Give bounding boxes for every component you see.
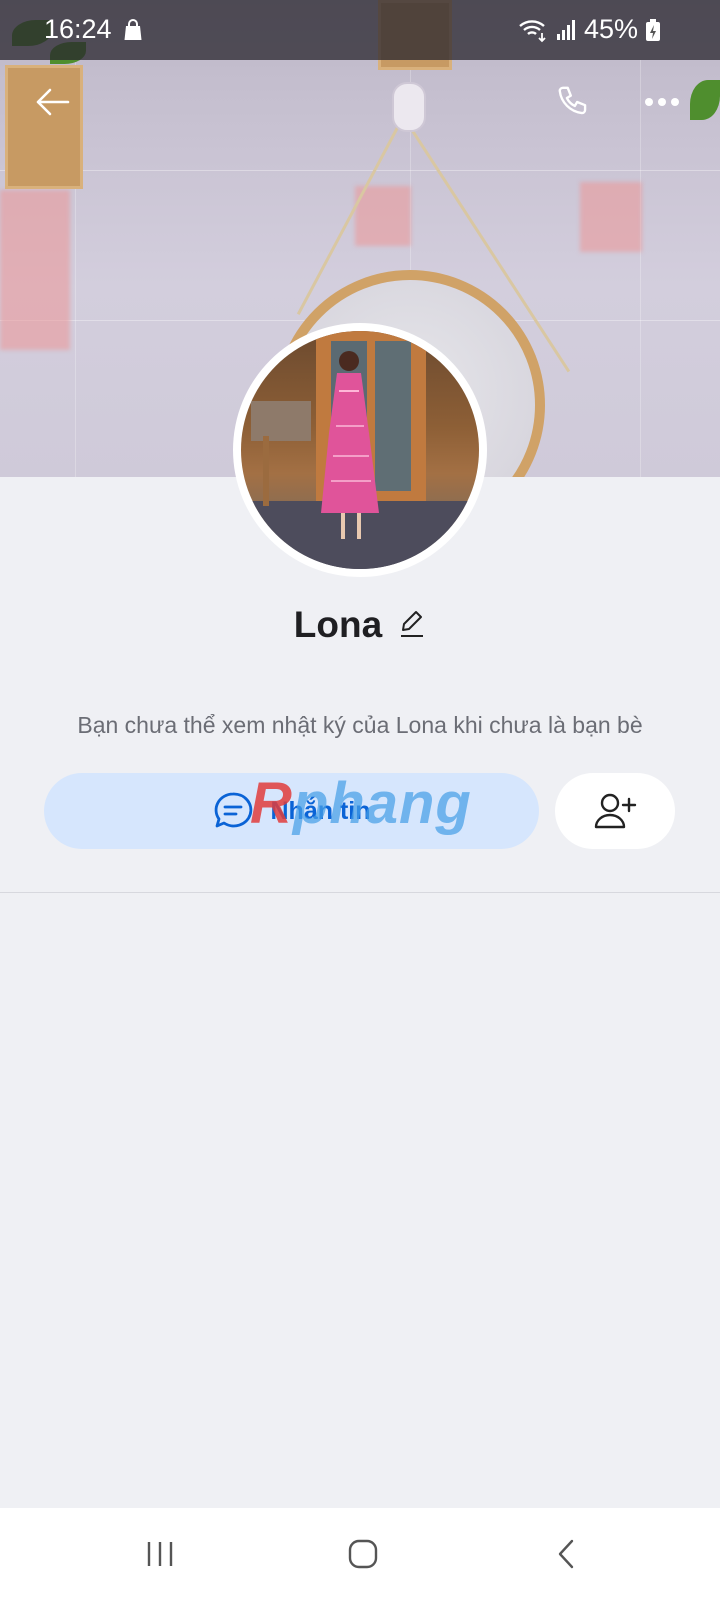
- phone-icon: [558, 86, 587, 115]
- system-back-button[interactable]: [536, 1530, 596, 1578]
- wall-hook: [392, 82, 426, 132]
- wall-reflection: [580, 182, 642, 252]
- system-navigation-bar: [0, 1508, 720, 1600]
- profile-name-row: Lona: [0, 604, 720, 646]
- wall-reflection: [355, 186, 411, 246]
- more-horizontal-icon: [645, 98, 679, 106]
- avatar-photo: [241, 331, 479, 569]
- battery-charging-icon: [646, 18, 660, 41]
- section-divider: [0, 892, 720, 893]
- chat-bubble-icon: [214, 792, 252, 828]
- arrow-left-icon: [36, 88, 70, 116]
- home-icon: [348, 1539, 378, 1569]
- battery-percentage: 45%: [583, 14, 638, 44]
- home-button[interactable]: [333, 1530, 393, 1578]
- status-time: 16:24: [44, 14, 112, 44]
- wall-tile-line: [0, 170, 720, 171]
- pencil-icon: [401, 610, 424, 637]
- back-button[interactable]: [30, 80, 74, 124]
- edit-alias-button[interactable]: [398, 608, 426, 643]
- more-options-button[interactable]: [640, 80, 684, 124]
- chevron-left-icon: [558, 1539, 574, 1569]
- recent-apps-icon: [147, 1542, 173, 1566]
- shopping-bag-icon: [124, 19, 142, 40]
- send-message-button[interactable]: Nhắn tin: [44, 773, 539, 849]
- send-message-label: Nhắn tin: [270, 796, 371, 825]
- wall-reflection: [0, 190, 70, 350]
- wifi-icon: [519, 19, 546, 42]
- profile-name: Lona: [293, 604, 383, 645]
- call-button[interactable]: [552, 80, 596, 124]
- add-friend-button[interactable]: [555, 773, 675, 849]
- avatar-photo-scene: [241, 331, 479, 569]
- privacy-note: Bạn chưa thể xem nhật ký của Lona khi ch…: [77, 712, 643, 738]
- status-bar: 16:24 45%: [0, 0, 720, 60]
- recent-apps-button[interactable]: [130, 1530, 190, 1578]
- signal-icon: [556, 19, 575, 40]
- status-indicators: 45%: [518, 14, 660, 45]
- profile-avatar[interactable]: [233, 323, 487, 577]
- add-user-icon: [594, 793, 637, 829]
- leaf: [690, 80, 720, 120]
